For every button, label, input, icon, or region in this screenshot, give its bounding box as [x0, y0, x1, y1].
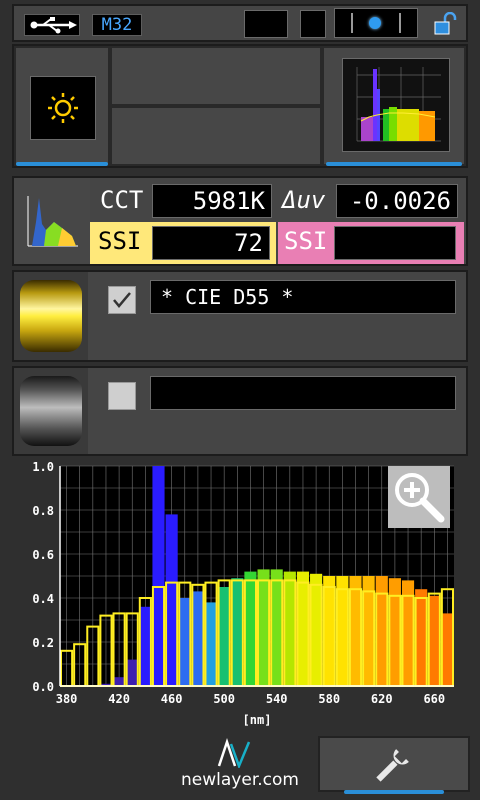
x-tick-label: 540 [266, 692, 288, 706]
measured-bar [336, 576, 349, 686]
measured-bar [244, 571, 257, 686]
spectrum-thumbnail [342, 58, 450, 152]
x-axis-label: [nm] [243, 713, 272, 727]
check-icon [113, 292, 131, 308]
ssi-value-1: 72 [152, 226, 270, 260]
mode-underline-left [16, 162, 108, 166]
status-slot-1 [244, 10, 288, 38]
measured-bar [165, 514, 178, 686]
x-tick-label: 660 [423, 692, 445, 706]
x-tick-label: 460 [161, 692, 183, 706]
y-tick-label: 0.2 [32, 636, 54, 650]
ssi-reference-box[interactable]: SSI 72 [90, 222, 276, 264]
battery-indicator [334, 8, 418, 38]
spectrum-mode-button[interactable] [322, 46, 466, 166]
zoom-in-button[interactable] [388, 466, 450, 528]
ssi-label-1: SSI [98, 227, 142, 255]
measured-bar [415, 589, 428, 686]
x-tick-label: 620 [371, 692, 393, 706]
measured-bar [362, 576, 375, 686]
measured-bar [310, 573, 323, 686]
measured-bar [283, 571, 296, 686]
measured-bar [218, 587, 231, 686]
y-tick-label: 0.8 [32, 504, 54, 518]
sun-icon [48, 93, 78, 123]
gray-cylinder-icon [20, 376, 82, 446]
tools-button[interactable] [318, 736, 470, 792]
reference-slot-1-button[interactable] [14, 272, 88, 360]
ssi-second-box[interactable]: SSI [278, 222, 464, 264]
measured-bar [441, 613, 454, 686]
reference-name-2[interactable] [150, 376, 456, 410]
spectrum-icon [27, 196, 78, 247]
measured-bar [191, 591, 204, 686]
light-mode-button[interactable] [14, 46, 110, 166]
measured-bar [323, 576, 336, 686]
x-tick-label: 500 [213, 692, 235, 706]
y-tick-label: 0.4 [32, 592, 54, 606]
measured-bar [428, 595, 441, 686]
reference-row-2 [12, 366, 468, 456]
status-slot-2 [300, 10, 326, 38]
measured-bar [204, 602, 218, 686]
measured-bar [257, 569, 270, 686]
measured-bar [126, 659, 139, 686]
memory-channel[interactable]: M32 [92, 14, 142, 36]
usb-icon [24, 14, 80, 36]
measured-bar [270, 569, 283, 686]
spectrum-chart: 0.0 0.2 0.4 0.6 0.8 1.0 380 420 460 500 540 580 620 6… [12, 460, 468, 732]
x-tick-label: 380 [56, 692, 78, 706]
y-tick-label: 0.6 [32, 548, 54, 562]
reference-name-1[interactable]: * CIE D55 * [150, 280, 456, 314]
measured-bar [113, 677, 126, 686]
mode-panel [12, 44, 468, 168]
ssi-label-2: SSI [284, 227, 328, 255]
measured-bar [349, 576, 362, 686]
mode-slot-upper[interactable] [110, 46, 322, 106]
reference-row-1: * CIE D55 * [12, 270, 468, 362]
y-tick-label: 1.0 [32, 460, 54, 474]
status-bar: M32 [12, 4, 468, 42]
sun-icon-frame [30, 76, 96, 140]
cct-value: 5981K [152, 184, 272, 218]
wrench-icon [376, 749, 409, 782]
spectrum-display-button[interactable] [14, 178, 90, 264]
cct-label: CCT [100, 186, 144, 214]
reference-checkbox-1[interactable] [108, 286, 136, 314]
reference-slot-2-button[interactable] [14, 368, 88, 454]
measured-bar [139, 606, 152, 686]
measured-bar [388, 578, 401, 686]
tools-underline [344, 790, 444, 794]
zoom-in-icon [395, 473, 445, 523]
reference-checkbox-2[interactable] [108, 382, 136, 410]
y-tick-label: 0.0 [32, 680, 54, 694]
mode-slot-lower[interactable] [110, 106, 322, 166]
lock-open-icon[interactable] [432, 11, 458, 38]
ssi-value-2 [334, 226, 456, 260]
brand-text: newlayer.com [181, 770, 299, 790]
duv-label: Δuv [282, 186, 326, 214]
mode-underline-right [326, 162, 462, 166]
measured-bar [231, 578, 244, 686]
x-tick-label: 580 [318, 692, 340, 706]
readings-panel: CCT 5981K Δuv -0.0026 SSI 72 SSI [12, 176, 468, 266]
x-tick-label: 420 [108, 692, 130, 706]
reference-name-1-text: * CIE D55 * [161, 285, 294, 309]
measured-bar [152, 466, 165, 686]
gold-cylinder-icon [20, 280, 82, 352]
duv-value: -0.0026 [336, 184, 458, 218]
newlayer-logo [205, 738, 265, 770]
measured-bar [178, 598, 191, 686]
measured-bar [375, 576, 388, 686]
measured-bar [296, 571, 310, 686]
